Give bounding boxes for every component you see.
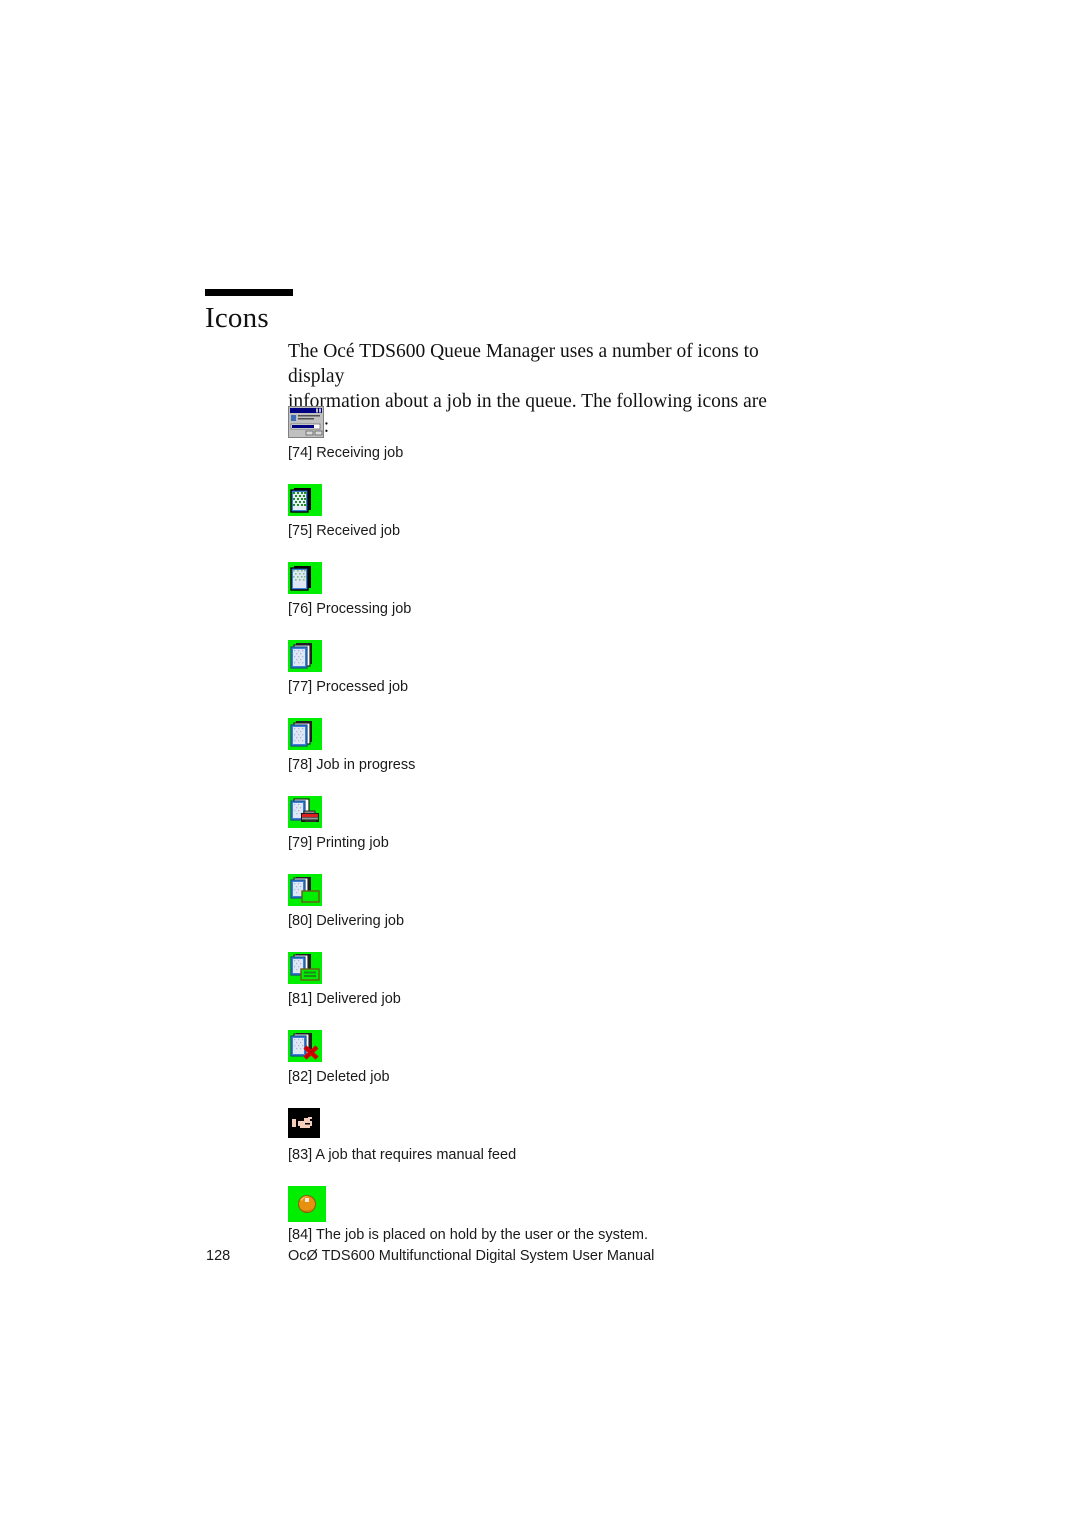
list-item-label: [78] Job in progress: [288, 757, 416, 773]
page-footer: 128 OcØ TDS600 Multifunctional Digital S…: [206, 1248, 906, 1268]
job-on-hold-orange-ball-icon: [288, 1186, 326, 1222]
list-item-label: [83] A job that requires manual feed: [288, 1147, 517, 1163]
heading-rule: [205, 289, 293, 296]
section-heading: Icons: [205, 289, 293, 335]
list-item: [77] Processed job: [288, 640, 908, 696]
job-in-progress-stack-icon: [288, 718, 324, 752]
list-item-label: [77] Processed job: [288, 679, 409, 695]
processing-job-document-icon: [288, 562, 324, 596]
footer-manual-title: OcØ TDS600 Multifunctional Digital Syste…: [288, 1248, 655, 1264]
list-item: [80] Delivering job: [288, 874, 908, 930]
list-item: [76] Processing job: [288, 562, 908, 618]
list-item-label: [80] Delivering job: [288, 913, 405, 929]
icon-legend-list: [74] Receiving job [75] Received job [76…: [288, 406, 908, 1266]
document-page: Icons The Océ TDS600 Queue Manager uses …: [0, 0, 1080, 1528]
list-item: [83] A job that requires manual feed: [288, 1108, 908, 1164]
list-item: [79] Printing job: [288, 796, 908, 852]
list-item-label: [76] Processing job: [288, 601, 412, 617]
page-title: Icons: [205, 302, 269, 334]
list-item: [78] Job in progress: [288, 718, 908, 774]
receiving-job-dialog-icon: [288, 406, 324, 440]
list-item: [84] The job is placed on hold by the us…: [288, 1186, 908, 1244]
intro-line-1: The Océ TDS600 Queue Manager uses a numb…: [288, 341, 759, 387]
list-item-label: [81] Delivered job: [288, 991, 401, 1007]
manual-feed-hand-icon: [288, 1108, 324, 1142]
list-item: [82] Deleted job: [288, 1030, 908, 1086]
list-item-label: [74] Receiving job: [288, 445, 404, 461]
received-job-document-icon: [288, 484, 324, 518]
deleted-job-red-x-icon: [288, 1030, 324, 1064]
page-number: 128: [206, 1248, 231, 1264]
processed-job-stack-icon: [288, 640, 324, 674]
list-item: [74] Receiving job: [288, 406, 908, 462]
list-item: [81] Delivered job: [288, 952, 908, 1008]
delivering-job-tray-icon: [288, 874, 324, 908]
list-item-label: [79] Printing job: [288, 835, 389, 851]
list-item: [75] Received job: [288, 484, 908, 540]
delivered-job-output-icon: [288, 952, 324, 986]
list-item-label: [84] The job is placed on hold by the us…: [288, 1227, 649, 1243]
list-item-label: [75] Received job: [288, 523, 401, 539]
printing-job-printer-icon: [288, 796, 324, 830]
list-item-label: [82] Deleted job: [288, 1069, 390, 1085]
